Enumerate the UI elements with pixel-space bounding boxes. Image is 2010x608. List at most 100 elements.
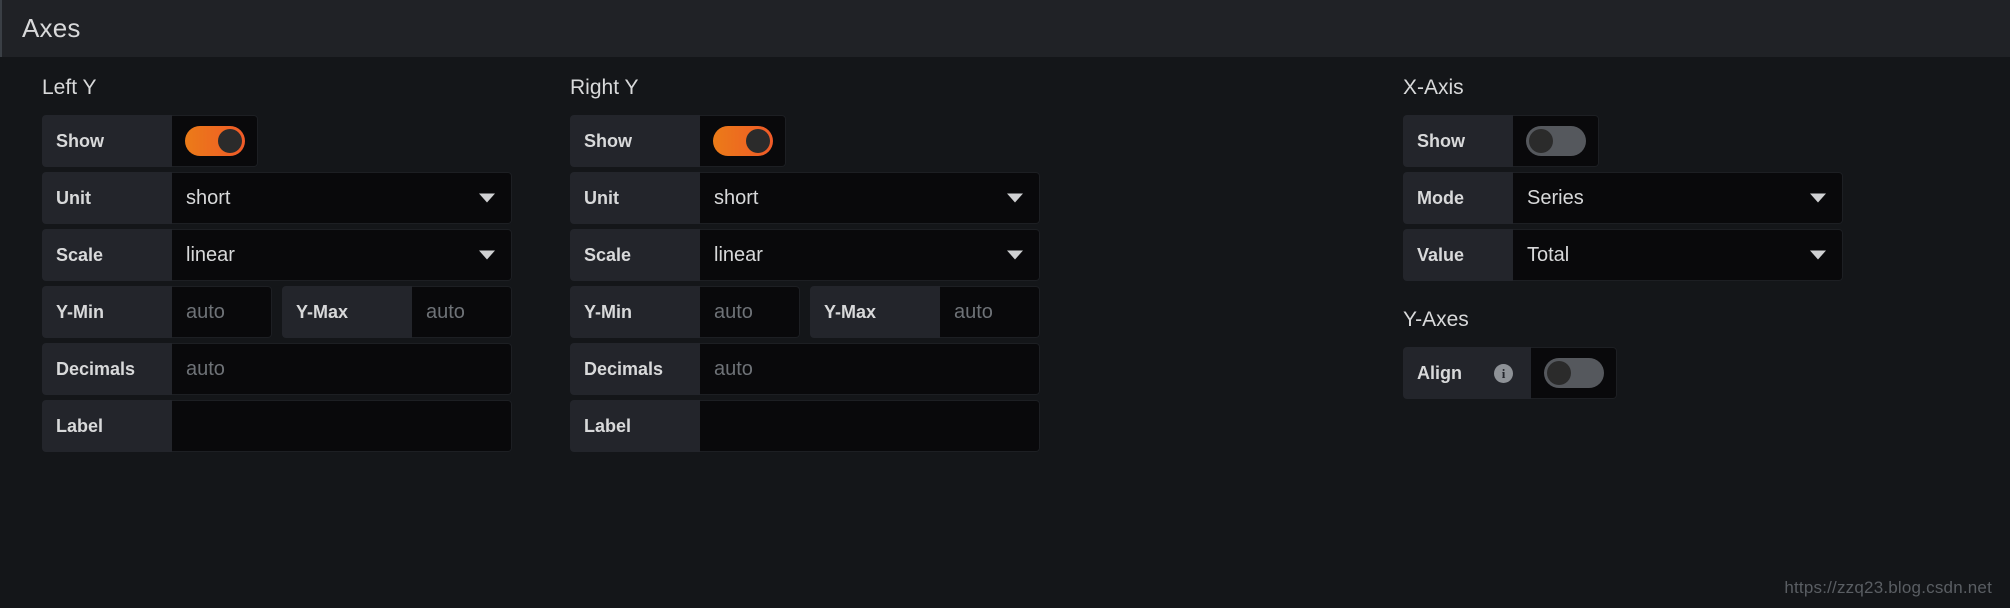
left-y-show-row: Show	[42, 115, 512, 167]
left-y-label-input[interactable]	[172, 400, 512, 452]
right-y-min-input[interactable]: auto	[700, 286, 800, 338]
right-y-label-field: Label	[570, 400, 1040, 452]
x-axis-value-row: Value Total	[1403, 229, 1843, 281]
right-y-max-label: Y-Max	[810, 286, 940, 338]
left-y-decimals-label: Decimals	[42, 343, 172, 395]
left-y-min-input[interactable]: auto	[172, 286, 272, 338]
x-axis-mode-value: Series	[1527, 186, 1584, 209]
right-y-minmax-row: Y-Min auto Y-Max auto	[570, 286, 1040, 338]
y-axes-align-row: Align i	[1403, 347, 1843, 399]
left-y-label-field: Label	[42, 400, 512, 452]
left-y-unit-row: Unit short	[42, 172, 512, 224]
left-y-unit-select[interactable]: short	[172, 172, 512, 224]
y-axes-align-label: Align	[1417, 362, 1462, 383]
x-axis-mode-row: Mode Series	[1403, 172, 1843, 224]
right-y-decimals-input[interactable]: auto	[700, 343, 1040, 395]
x-axis-mode-label: Mode	[1403, 172, 1513, 224]
right-y-min-field: Y-Min auto	[570, 286, 800, 338]
y-axes-align-field: Align i	[1403, 347, 1617, 399]
right-y-decimals-placeholder: auto	[714, 357, 753, 380]
left-y-show-label: Show	[42, 115, 172, 167]
left-y-column: Left Y Show Unit short Scale linear Y-Mi…	[42, 75, 512, 457]
right-y-max-field: Y-Max auto	[810, 286, 1040, 338]
x-axis-show-toggle-cell[interactable]	[1513, 115, 1599, 167]
x-axis-mode-field: Mode Series	[1403, 172, 1843, 224]
right-y-label-label: Label	[570, 400, 700, 452]
left-y-label-row: Label	[42, 400, 512, 452]
left-y-unit-field: Unit short	[42, 172, 512, 224]
left-y-unit-label: Unit	[42, 172, 172, 224]
left-y-min-field: Y-Min auto	[42, 286, 272, 338]
toggle-knob-icon	[217, 129, 242, 153]
toggle-knob-icon	[745, 129, 770, 153]
right-y-label-row: Label	[570, 400, 1040, 452]
right-y-unit-field: Unit short	[570, 172, 1040, 224]
left-y-decimals-row: Decimals auto	[42, 343, 512, 395]
left-y-decimals-field: Decimals auto	[42, 343, 512, 395]
right-y-min-placeholder: auto	[714, 300, 753, 323]
chevron-down-icon	[1007, 193, 1023, 203]
left-y-unit-value: short	[186, 186, 231, 209]
left-y-scale-select[interactable]: linear	[172, 229, 512, 281]
x-axis-value-label: Value	[1403, 229, 1513, 281]
x-axis-column: X-Axis Show Mode Series Value Total Y-Ax…	[1403, 75, 1843, 404]
left-y-decimals-input[interactable]: auto	[172, 343, 512, 395]
chevron-down-icon	[479, 193, 495, 203]
right-y-max-input[interactable]: auto	[940, 286, 1040, 338]
right-y-unit-value: short	[714, 186, 759, 209]
chevron-down-icon	[1007, 250, 1023, 260]
watermark-text: https://zzq23.blog.csdn.net	[1784, 578, 1992, 597]
left-y-max-field: Y-Max auto	[282, 286, 512, 338]
right-y-show-toggle-cell[interactable]	[700, 115, 786, 167]
left-y-max-input[interactable]: auto	[412, 286, 512, 338]
x-axis-value-field: Value Total	[1403, 229, 1843, 281]
y-axes-align-toggle[interactable]	[1543, 358, 1604, 388]
x-axis-show-field: Show	[1403, 115, 1599, 167]
left-y-show-toggle[interactable]	[184, 126, 245, 156]
chevron-down-icon	[479, 250, 495, 260]
chevron-down-icon	[1810, 250, 1826, 260]
x-axis-group-title: X-Axis	[1403, 76, 1464, 99]
left-y-label-label: Label	[42, 400, 172, 452]
left-y-show-field: Show	[42, 115, 258, 167]
right-y-unit-row: Unit short	[570, 172, 1040, 224]
left-y-min-label: Y-Min	[42, 286, 172, 338]
left-y-scale-field: Scale linear	[42, 229, 512, 281]
right-y-show-toggle[interactable]	[712, 126, 773, 156]
right-y-decimals-row: Decimals auto	[570, 343, 1040, 395]
toggle-knob-icon	[1546, 361, 1571, 385]
y-axes-align-toggle-cell[interactable]	[1531, 347, 1617, 399]
left-y-show-toggle-cell[interactable]	[172, 115, 258, 167]
toggle-knob-icon	[1528, 129, 1553, 153]
right-y-scale-field: Scale linear	[570, 229, 1040, 281]
right-y-scale-select[interactable]: linear	[700, 229, 1040, 281]
left-y-group-title: Left Y	[42, 76, 97, 99]
y-axes-align-label-cell: Align i	[1403, 347, 1531, 399]
right-y-show-label: Show	[570, 115, 700, 167]
x-axis-show-row: Show	[1403, 115, 1843, 167]
y-axes-group-title: Y-Axes	[1403, 308, 1469, 331]
x-axis-mode-select[interactable]: Series	[1513, 172, 1843, 224]
x-axis-value-value: Total	[1527, 243, 1570, 266]
info-icon[interactable]: i	[1494, 363, 1513, 383]
left-y-minmax-row: Y-Min auto Y-Max auto	[42, 286, 512, 338]
left-y-scale-value: linear	[186, 243, 235, 266]
right-y-label-input[interactable]	[700, 400, 1040, 452]
x-axis-value-select[interactable]: Total	[1513, 229, 1843, 281]
settings-columns: Left Y Show Unit short Scale linear Y-Mi…	[0, 75, 2010, 608]
right-y-show-row: Show	[570, 115, 1040, 167]
right-y-group-title: Right Y	[570, 76, 639, 99]
right-y-max-placeholder: auto	[954, 300, 993, 323]
left-y-max-label: Y-Max	[282, 286, 412, 338]
right-y-decimals-field: Decimals auto	[570, 343, 1040, 395]
left-y-max-placeholder: auto	[426, 300, 465, 323]
right-y-unit-label: Unit	[570, 172, 700, 224]
axes-section-header: Axes	[0, 0, 2010, 57]
left-y-scale-label: Scale	[42, 229, 172, 281]
right-y-scale-value: linear	[714, 243, 763, 266]
right-y-unit-select[interactable]: short	[700, 172, 1040, 224]
right-y-scale-label: Scale	[570, 229, 700, 281]
right-y-show-field: Show	[570, 115, 786, 167]
page-title: Axes	[22, 13, 81, 43]
x-axis-show-toggle[interactable]	[1525, 126, 1586, 156]
